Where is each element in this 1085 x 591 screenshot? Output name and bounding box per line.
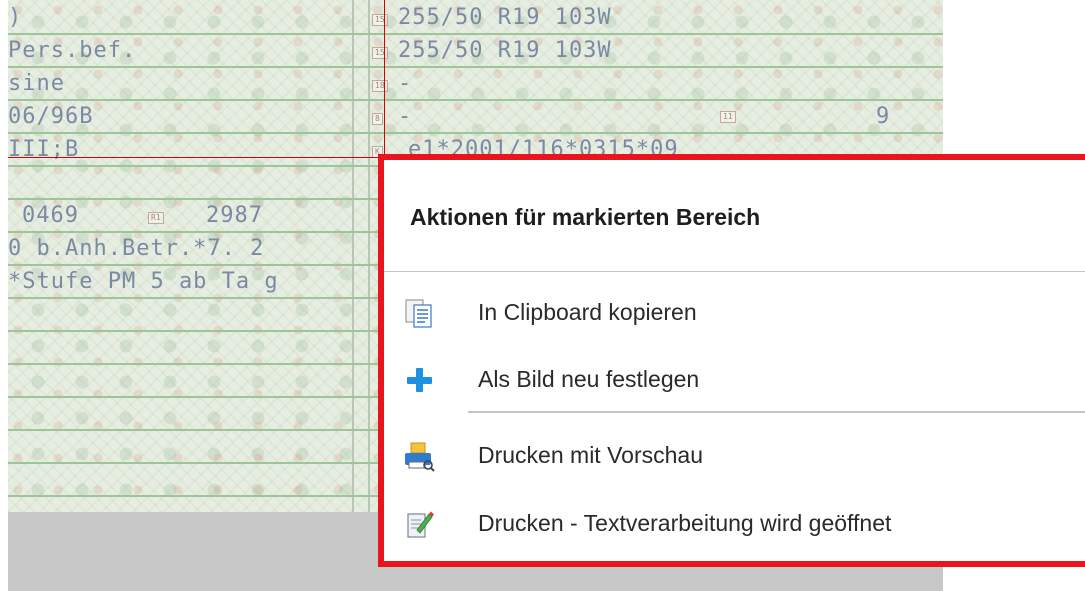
context-menu-title: Aktionen für markierten Bereich	[410, 204, 761, 230]
menu-divider	[468, 411, 1085, 413]
row-right-text: -	[398, 104, 413, 129]
field-tag: 11	[720, 111, 736, 123]
context-menu: Aktionen für markierten Bereich In Clipb…	[378, 154, 1085, 567]
field-tag: 8	[372, 113, 383, 125]
field-tag: 18	[372, 80, 388, 92]
row-right-text: 255/50 R19 103W	[398, 5, 612, 30]
menu-item-label: Drucken mit Vorschau	[478, 442, 703, 468]
menu-divider	[384, 271, 1085, 272]
row-right-text: 255/50 R19 103W	[398, 38, 612, 63]
menu-item-label: Drucken - Textverarbeitung wird geöffnet	[478, 510, 892, 536]
row-left-text: *Stufe PM 5 ab Ta g	[8, 269, 279, 294]
field-tag: R1	[148, 212, 164, 224]
document-edit-icon	[407, 511, 434, 538]
menu-item-set-as-image[interactable]: Als Bild neu festlegen	[384, 352, 1085, 408]
row-value-text: 9	[876, 104, 891, 129]
row-extra-text: 2987	[206, 203, 263, 228]
menu-item-copy-clipboard[interactable]: In Clipboard kopieren	[384, 285, 1085, 341]
field-tag: 15	[372, 14, 388, 26]
document-row: 06/96B 8 - 11 9	[8, 101, 943, 134]
document-row: ) 15 255/50 R19 103W	[8, 2, 943, 35]
document-row: Pers.bef. 15 255/50 R19 103W	[8, 35, 943, 68]
selection-edge-vertical	[384, 0, 385, 158]
row-left-text: 0469	[22, 203, 79, 228]
menu-item-print-preview[interactable]: Drucken mit Vorschau	[384, 428, 1085, 484]
row-left-text: 0 b.Anh.Betr.*7. 2	[8, 236, 265, 261]
selection-edge-horizontal	[8, 157, 388, 158]
document-row: sine 18 -	[8, 68, 943, 101]
row-left-text: )	[8, 5, 23, 30]
plus-icon	[407, 368, 432, 392]
printer-preview-icon	[405, 442, 435, 472]
row-left-text: III;B	[8, 137, 80, 162]
row-left-text: Pers.bef.	[8, 38, 137, 63]
menu-item-print-word-processor[interactable]: Drucken - Textverarbeitung wird geöffnet	[384, 496, 1085, 552]
row-right-text: -	[398, 71, 413, 96]
menu-item-label: Als Bild neu festlegen	[478, 366, 700, 392]
clipboard-copy-icon	[405, 299, 432, 328]
row-left-text: sine	[8, 71, 65, 96]
menu-item-label: In Clipboard kopieren	[478, 299, 697, 325]
field-tag: 15	[372, 47, 388, 59]
row-left-text: 06/96B	[8, 104, 94, 129]
